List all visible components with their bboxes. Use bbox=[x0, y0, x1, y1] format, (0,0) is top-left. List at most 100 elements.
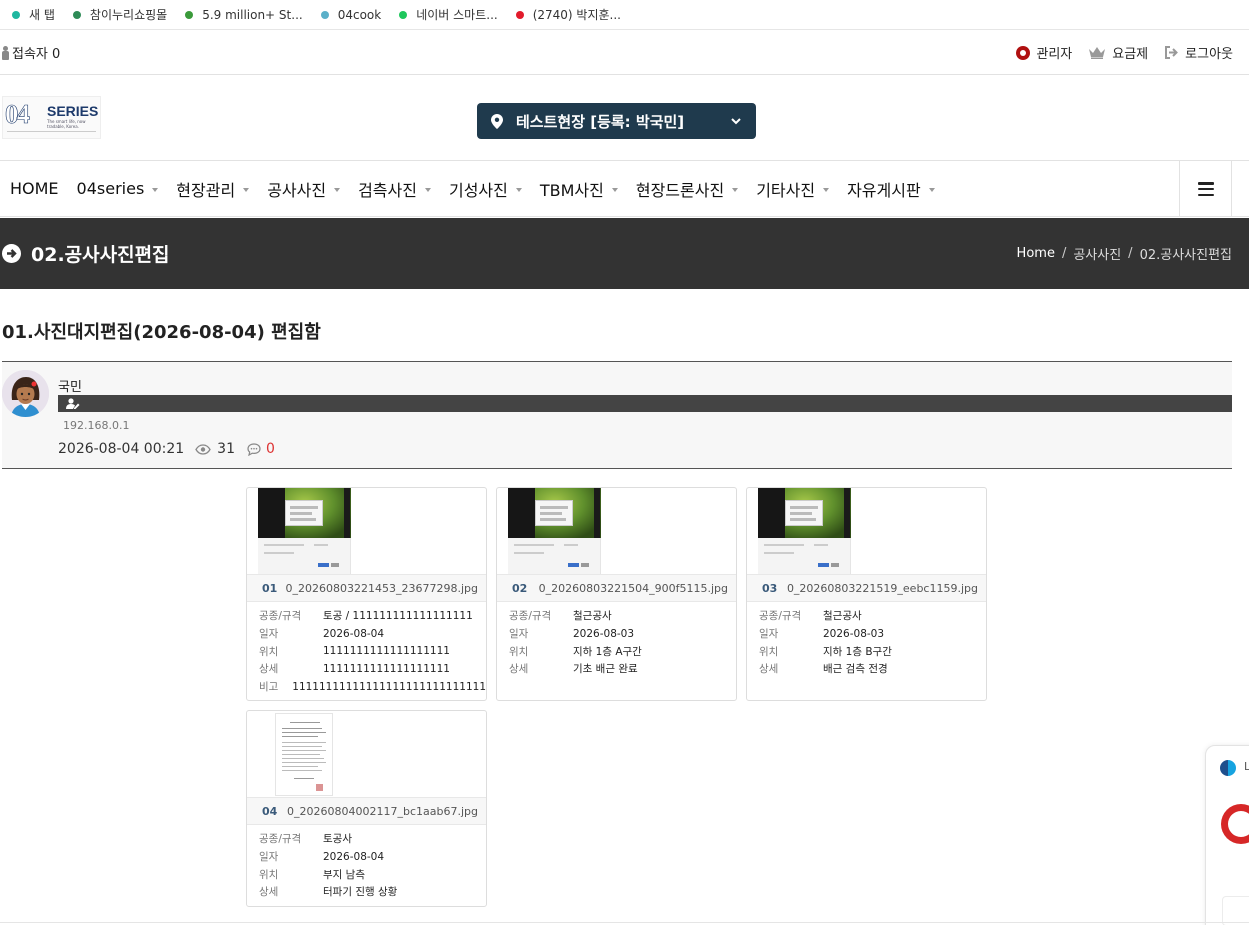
nav-item-other-photos[interactable]: 기타사진 bbox=[756, 177, 830, 201]
post-title: 01.사진대지편집(2026-08-04) 편집함 bbox=[2, 322, 321, 343]
screenshot-thumbnail-image bbox=[508, 488, 601, 574]
page-title-text: 02.공사사진편집 bbox=[31, 244, 170, 266]
app-logo-icon bbox=[1220, 760, 1236, 776]
field-value: 2026-08-03 bbox=[573, 627, 635, 640]
gear-icon bbox=[1016, 45, 1031, 60]
nav-item-drone-photos[interactable]: 현장드론사진 bbox=[636, 177, 739, 201]
nav-item-tbm-photos[interactable]: TBM사진 bbox=[540, 177, 618, 201]
field-label: 위치 bbox=[759, 645, 779, 658]
map-pin-icon bbox=[491, 114, 503, 129]
bookmark-youtube[interactable]: (2740) 박지훈... bbox=[515, 6, 621, 23]
nav-label: 기타사진 bbox=[756, 180, 816, 200]
field-label: 일자 bbox=[759, 628, 779, 641]
field-label: 상세 bbox=[759, 663, 779, 676]
person-icon bbox=[2, 45, 9, 60]
field-label: 공종/규격 bbox=[759, 610, 802, 623]
nav-item-inspection-photos[interactable]: 검측사진 bbox=[358, 177, 431, 201]
bookmark-label: 새 탭 bbox=[29, 8, 55, 22]
eye-icon bbox=[195, 443, 211, 455]
logout-link[interactable]: 로그아웃 bbox=[1164, 43, 1233, 62]
photo-card-header: 02 0_20260803221504_900f5115.jpg bbox=[497, 575, 736, 602]
field-label: 상세 bbox=[259, 663, 279, 676]
photo-card[interactable]: 03 0_20260803221519_eebc1159.jpg 공종/규격 철근… bbox=[746, 487, 987, 701]
field-label: 일자 bbox=[509, 628, 529, 641]
bookmark-naver[interactable]: 네이버 스마트... bbox=[399, 6, 498, 23]
caret-down-icon bbox=[334, 187, 341, 192]
author-name[interactable]: 국민 bbox=[58, 376, 82, 395]
screenshot-thumbnail-image bbox=[258, 488, 351, 574]
photo-card-header: 01 0_20260803221453_23677298.jpg bbox=[247, 575, 486, 602]
site-logo[interactable]: 04 SERIES The smart life, now tradable, … bbox=[2, 96, 101, 139]
bookmark-04cook[interactable]: 04cook bbox=[320, 8, 381, 22]
floating-widget-input[interactable] bbox=[1222, 896, 1249, 925]
field-value: 2026-08-04 bbox=[323, 850, 385, 863]
user-edit-icon bbox=[66, 398, 80, 409]
field-value: 2026-08-04 bbox=[323, 627, 385, 640]
field-value: 토공 / 111111111111111111 bbox=[323, 610, 473, 623]
nav-item-free-board[interactable]: 자유게시판 bbox=[847, 177, 935, 201]
visitor-count-text: 접속자 0 bbox=[12, 47, 61, 62]
breadcrumb-separator: / bbox=[1061, 246, 1067, 261]
comment-count: 0 bbox=[266, 441, 275, 457]
site-selector[interactable]: 테스트현장 [등록: 박국민] bbox=[477, 103, 756, 139]
bookmark-dot-icon bbox=[12, 10, 20, 19]
bookmark-million[interactable]: 5.9 million+ St... bbox=[185, 8, 303, 22]
photo-thumbnail[interactable] bbox=[747, 488, 986, 575]
nav-label: 공사사진 bbox=[267, 180, 327, 200]
photo-details: 공종/규격 토공 / 111111111111111111 일자 2026-08-0… bbox=[247, 602, 486, 699]
bookmark-dot-icon bbox=[515, 10, 524, 19]
nav-label: 검측사진 bbox=[358, 180, 417, 200]
bookmark-chamenuri[interactable]: 참이누리쇼핑몰 bbox=[72, 6, 167, 23]
logo-divider bbox=[7, 131, 96, 132]
screenshot-thumbnail-image bbox=[758, 488, 851, 574]
photo-card[interactable]: 04 0_20260804002117_bc1aab67.jpg 공종/규격 토공… bbox=[246, 710, 487, 907]
post-meta: 국민 192.168.0.1 2026-08-04 00:21 31 0 bbox=[2, 362, 1232, 469]
caret-down-icon bbox=[928, 187, 935, 192]
plan-link[interactable]: 요금제 bbox=[1088, 43, 1148, 62]
logo-number: 04 bbox=[5, 99, 31, 130]
bookmark-new-tab[interactable]: 새 탭 bbox=[12, 6, 55, 23]
field-value: 부지 남측 bbox=[323, 868, 365, 881]
admin-link[interactable]: 관리자 bbox=[1016, 43, 1072, 62]
nav-item-04series[interactable]: 04series bbox=[77, 179, 159, 198]
photo-number: 02 bbox=[512, 581, 528, 595]
chevron-down-icon bbox=[731, 118, 741, 125]
field-label: 일자 bbox=[259, 851, 279, 864]
bookmark-dot-icon bbox=[320, 10, 329, 19]
field-label: 상세 bbox=[509, 663, 529, 676]
caret-down-icon bbox=[515, 187, 522, 192]
field-value: 배근 검측 전경 bbox=[823, 663, 888, 676]
field-value: 지하 1층 A구간 bbox=[573, 645, 642, 658]
breadcrumb-separator: / bbox=[1128, 246, 1133, 261]
photo-thumbnail[interactable] bbox=[247, 711, 486, 798]
breadcrumb-home[interactable]: Home bbox=[1017, 246, 1055, 261]
caret-down-icon bbox=[611, 187, 618, 192]
photo-card[interactable]: 02 0_20260803221504_900f5115.jpg 공종/규격 철근… bbox=[496, 487, 737, 701]
caret-down-icon bbox=[152, 187, 159, 192]
floating-widget[interactable]: L bbox=[1205, 745, 1249, 925]
field-value: 토공사 bbox=[323, 833, 352, 846]
logout-label: 로그아웃 bbox=[1185, 47, 1233, 62]
photo-card[interactable]: 01 0_20260803221453_23677298.jpg 공종/규격 토공… bbox=[246, 487, 487, 701]
nav-item-home[interactable]: HOME bbox=[10, 179, 59, 198]
photo-filename: 0_20260803221504_900f5115.jpg bbox=[538, 581, 728, 595]
nav-item-site-management[interactable]: 현장관리 bbox=[176, 177, 250, 201]
field-value: 11111111111111111111111111111 bbox=[292, 680, 486, 693]
breadcrumb: Home / 공사사진 / 02.공사사진편집 bbox=[1017, 244, 1232, 263]
caret-down-icon bbox=[732, 187, 739, 192]
breadcrumb-section[interactable]: 공사사진 bbox=[1073, 244, 1121, 263]
photo-thumbnail[interactable] bbox=[247, 488, 486, 575]
photo-filename: 0_20260803221519_eebc1159.jpg bbox=[786, 581, 978, 595]
site-selector-label: 테스트현장 [등록: 박국민] bbox=[516, 112, 685, 131]
photo-card-header: 03 0_20260803221519_eebc1159.jpg bbox=[747, 575, 986, 602]
plan-label: 요금제 bbox=[1112, 47, 1149, 62]
nav-item-construction-photos[interactable]: 공사사진 bbox=[267, 177, 341, 201]
photo-thumbnail[interactable] bbox=[497, 488, 736, 575]
main-nav: HOME 04series 현장관리 공사사진 검측사진 기성사진 TBM사진 … bbox=[0, 160, 1249, 217]
nav-item-progress-photos[interactable]: 기성사진 bbox=[449, 177, 522, 201]
bookmark-label: 5.9 million+ St... bbox=[202, 7, 303, 22]
comment-icon bbox=[247, 442, 261, 456]
hamburger-menu-button[interactable] bbox=[1179, 161, 1232, 217]
logout-icon bbox=[1165, 46, 1179, 59]
field-label: 공종/규격 bbox=[509, 610, 552, 623]
